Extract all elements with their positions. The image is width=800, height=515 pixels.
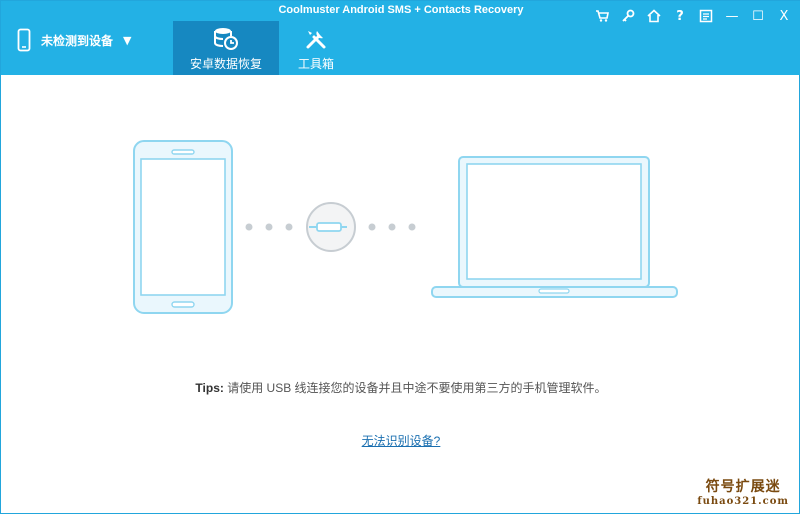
device-not-recognized-link[interactable]: 无法识别设备? [362, 434, 441, 448]
device-not-recognized-link-row: 无法识别设备? [1, 432, 800, 449]
tips-message: 请使用 USB 线连接您的设备并且中途不要使用第三方的手机管理软件。 [223, 381, 607, 395]
usb-cable-icon [306, 202, 356, 252]
watermark: 符号扩展迷 fuhao321.com [697, 476, 789, 507]
phone-illustration [133, 140, 233, 314]
watermark-line2: fuhao321.com [697, 496, 789, 507]
tips-prefix: Tips: [195, 381, 224, 395]
watermark-line1: 符号扩展迷 [705, 479, 781, 495]
laptop-illustration [431, 156, 678, 298]
tips-text: Tips: 请使用 USB 线连接您的设备并且中途不要使用第三方的手机管理软件。 [1, 379, 800, 396]
dots-right [368, 223, 416, 231]
dots-left [245, 223, 293, 231]
app-window: Coolmuster Android SMS + Contacts Recove… [0, 0, 800, 514]
